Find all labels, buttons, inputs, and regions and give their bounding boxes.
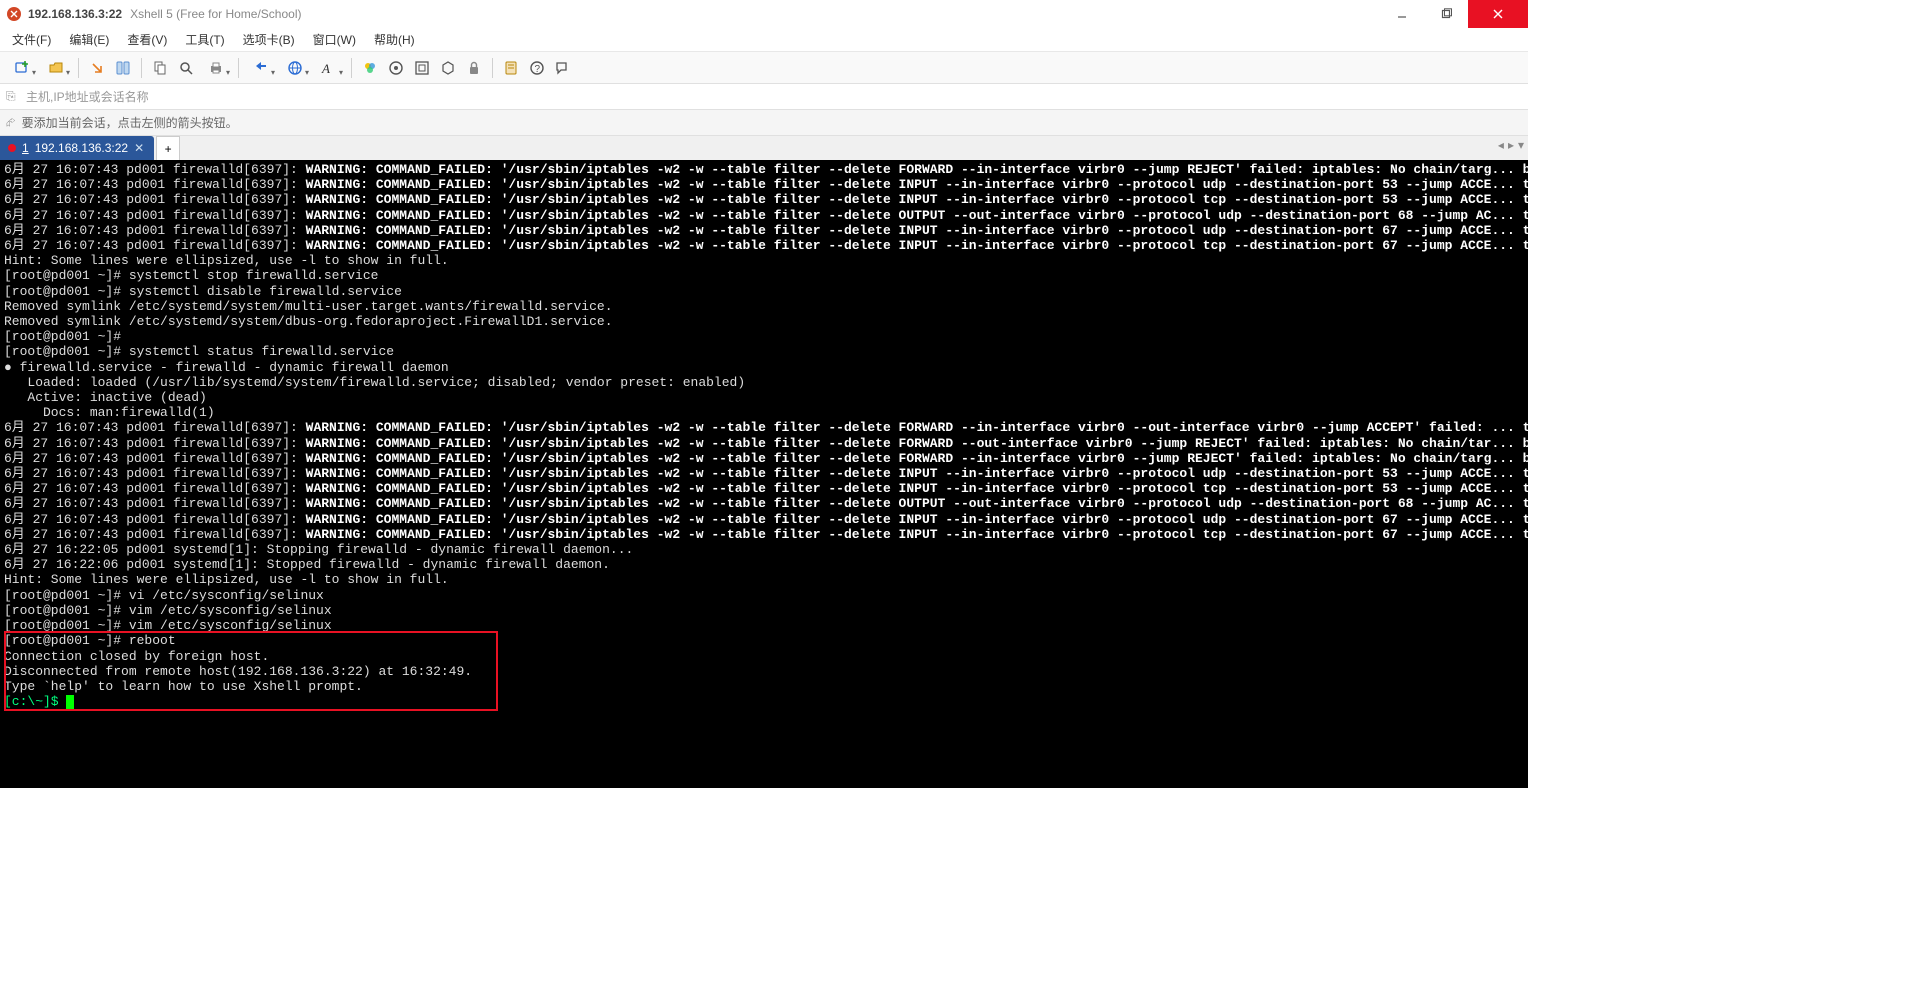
svg-text:?: ? (535, 64, 541, 75)
copy-button[interactable] (148, 56, 172, 80)
terminal-line: Docs: man:firewalld(1) (4, 405, 1524, 420)
menu-file[interactable]: 文件(F) (4, 29, 59, 50)
find-button[interactable] (174, 56, 198, 80)
maximize-button[interactable] (1424, 0, 1468, 28)
address-bar[interactable]: ⎘ 主机,IP地址或会话名称 (0, 84, 1528, 110)
terminal-line: [root@pd001 ~]# (4, 329, 1524, 344)
plus-icon: + (165, 142, 172, 156)
terminal-line: Removed symlink /etc/systemd/system/dbus… (4, 314, 1524, 329)
terminal-line: 6月 27 16:07:43 pd001 firewalld[6397]: WA… (4, 512, 1524, 527)
terminal-line: [root@pd001 ~]# systemctl disable firewa… (4, 284, 1524, 299)
arrow-hint-icon[interactable]: ⮳ (6, 115, 16, 130)
tab-list-icon[interactable]: ▾ (1518, 138, 1524, 152)
new-session-button[interactable]: ▾ (6, 56, 38, 80)
properties-button[interactable] (499, 56, 523, 80)
print-button[interactable]: ▾ (200, 56, 232, 80)
menu-edit[interactable]: 编辑(E) (61, 29, 117, 50)
terminal-pane[interactable]: 6月 27 16:07:43 pd001 firewalld[6397]: WA… (0, 160, 1528, 784)
terminal-line: 6月 27 16:07:43 pd001 firewalld[6397]: WA… (4, 466, 1524, 481)
terminal-line: Connection closed by foreign host. (4, 649, 1524, 664)
toolbar: ▾ ▾ ▾ ▾ ▾ A▾ ? (0, 52, 1528, 84)
menubar: 文件(F) 编辑(E) 查看(V) 工具(T) 选项卡(B) 窗口(W) 帮助(… (0, 28, 1528, 52)
separator-icon (238, 58, 239, 78)
font-button[interactable]: A▾ (313, 56, 345, 80)
session-hint-text: 要添加当前会话，点击左侧的箭头按钮。 (22, 114, 238, 131)
svg-text:A: A (321, 61, 330, 76)
bottom-border (0, 772, 1528, 788)
terminal-line: 6月 27 16:07:43 pd001 firewalld[6397]: WA… (4, 481, 1524, 496)
separator-icon (141, 58, 142, 78)
terminal-line: 6月 27 16:07:43 pd001 firewalld[6397]: WA… (4, 208, 1524, 223)
menu-tools[interactable]: 工具(T) (177, 29, 232, 50)
terminal-line: [c:\~]$ (4, 694, 1524, 709)
terminal-line: 6月 27 16:07:43 pd001 firewalld[6397]: WA… (4, 451, 1524, 466)
terminal-line: 6月 27 16:22:05 pd001 systemd[1]: Stoppin… (4, 542, 1524, 557)
help-button[interactable]: ? (525, 56, 549, 80)
open-button[interactable]: ▾ (40, 56, 72, 80)
tab-next-icon[interactable]: ▸ (1508, 138, 1514, 152)
transfer-button[interactable]: ▾ (245, 56, 277, 80)
terminal-line: Loaded: loaded (/usr/lib/systemd/system/… (4, 375, 1524, 390)
tab-index: 1 (22, 141, 29, 155)
terminal-line: Hint: Some lines were ellipsized, use -l… (4, 253, 1524, 268)
terminal-line: [root@pd001 ~]# systemctl status firewal… (4, 344, 1524, 359)
menu-help[interactable]: 帮助(H) (366, 29, 423, 50)
tab-close-icon[interactable]: ✕ (134, 141, 144, 155)
tab-prev-icon[interactable]: ◂ (1498, 138, 1504, 152)
close-button[interactable] (1468, 0, 1528, 28)
titlebar[interactable]: 192.168.136.3:22 Xshell 5 (Free for Home… (0, 0, 1528, 28)
about-button[interactable] (551, 56, 575, 80)
terminal-line: 6月 27 16:07:43 pd001 firewalld[6397]: WA… (4, 420, 1524, 435)
tab-active[interactable]: 1 192.168.136.3:22 ✕ (0, 136, 154, 160)
terminal-line: Disconnected from remote host(192.168.13… (4, 664, 1524, 679)
terminal-line: [root@pd001 ~]# vim /etc/sysconfig/selin… (4, 618, 1524, 633)
terminal-line: 6月 27 16:07:43 pd001 firewalld[6397]: WA… (4, 496, 1524, 511)
session-hint-bar: ⮳ 要添加当前会话，点击左侧的箭头按钮。 (0, 110, 1528, 136)
terminal-line: Removed symlink /etc/systemd/system/mult… (4, 299, 1524, 314)
encoding-button[interactable]: ▾ (279, 56, 311, 80)
disconnect-button[interactable] (111, 56, 135, 80)
terminal-line: ● firewalld.service - firewalld - dynami… (4, 360, 1524, 375)
terminal-line: 6月 27 16:07:43 pd001 firewalld[6397]: WA… (4, 527, 1524, 542)
transparent-button[interactable] (436, 56, 460, 80)
tab-label: 192.168.136.3:22 (35, 141, 128, 155)
fullscreen-button[interactable] (410, 56, 434, 80)
terminal-line: [root@pd001 ~]# vi /etc/sysconfig/selinu… (4, 588, 1524, 603)
minimize-button[interactable] (1380, 0, 1424, 28)
terminal-line: 6月 27 16:07:43 pd001 firewalld[6397]: WA… (4, 238, 1524, 253)
terminal-line: Active: inactive (dead) (4, 390, 1524, 405)
menu-view[interactable]: 查看(V) (119, 29, 175, 50)
menu-window[interactable]: 窗口(W) (305, 29, 364, 50)
reconnect-button[interactable] (85, 56, 109, 80)
separator-icon (492, 58, 493, 78)
window-title: 192.168.136.3:22 (28, 7, 122, 21)
separator-icon (78, 58, 79, 78)
terminal-line: 6月 27 16:07:43 pd001 firewalld[6397]: WA… (4, 162, 1524, 177)
window-subtitle: Xshell 5 (Free for Home/School) (130, 7, 301, 21)
terminal-line: 6月 27 16:07:43 pd001 firewalld[6397]: WA… (4, 223, 1524, 238)
new-tab-button[interactable]: + (156, 136, 180, 160)
terminal-line: 6月 27 16:07:43 pd001 firewalld[6397]: WA… (4, 192, 1524, 207)
app-logo-icon (6, 6, 22, 22)
lock-button[interactable] (462, 56, 486, 80)
tab-strip: 1 192.168.136.3:22 ✕ + ◂ ▸ ▾ (0, 136, 1528, 160)
terminal-line: 6月 27 16:07:43 pd001 firewalld[6397]: WA… (4, 177, 1524, 192)
color-scheme-button[interactable] (358, 56, 382, 80)
address-placeholder: 主机,IP地址或会话名称 (26, 88, 149, 105)
terminal-line: Hint: Some lines were ellipsized, use -l… (4, 572, 1524, 587)
terminal-line: Type `help' to learn how to use Xshell p… (4, 679, 1524, 694)
link-icon: ⎘ (6, 89, 22, 104)
terminal-line: 6月 27 16:22:06 pd001 systemd[1]: Stopped… (4, 557, 1524, 572)
menu-tabs[interactable]: 选项卡(B) (235, 29, 303, 50)
separator-icon (351, 58, 352, 78)
highlight-button[interactable] (384, 56, 408, 80)
terminal-line: [root@pd001 ~]# vim /etc/sysconfig/selin… (4, 603, 1524, 618)
terminal-line: [root@pd001 ~]# reboot (4, 633, 1524, 648)
terminal-line: 6月 27 16:07:43 pd001 firewalld[6397]: WA… (4, 436, 1524, 451)
status-dot-icon (8, 144, 16, 152)
terminal-line: [root@pd001 ~]# systemctl stop firewalld… (4, 268, 1524, 283)
